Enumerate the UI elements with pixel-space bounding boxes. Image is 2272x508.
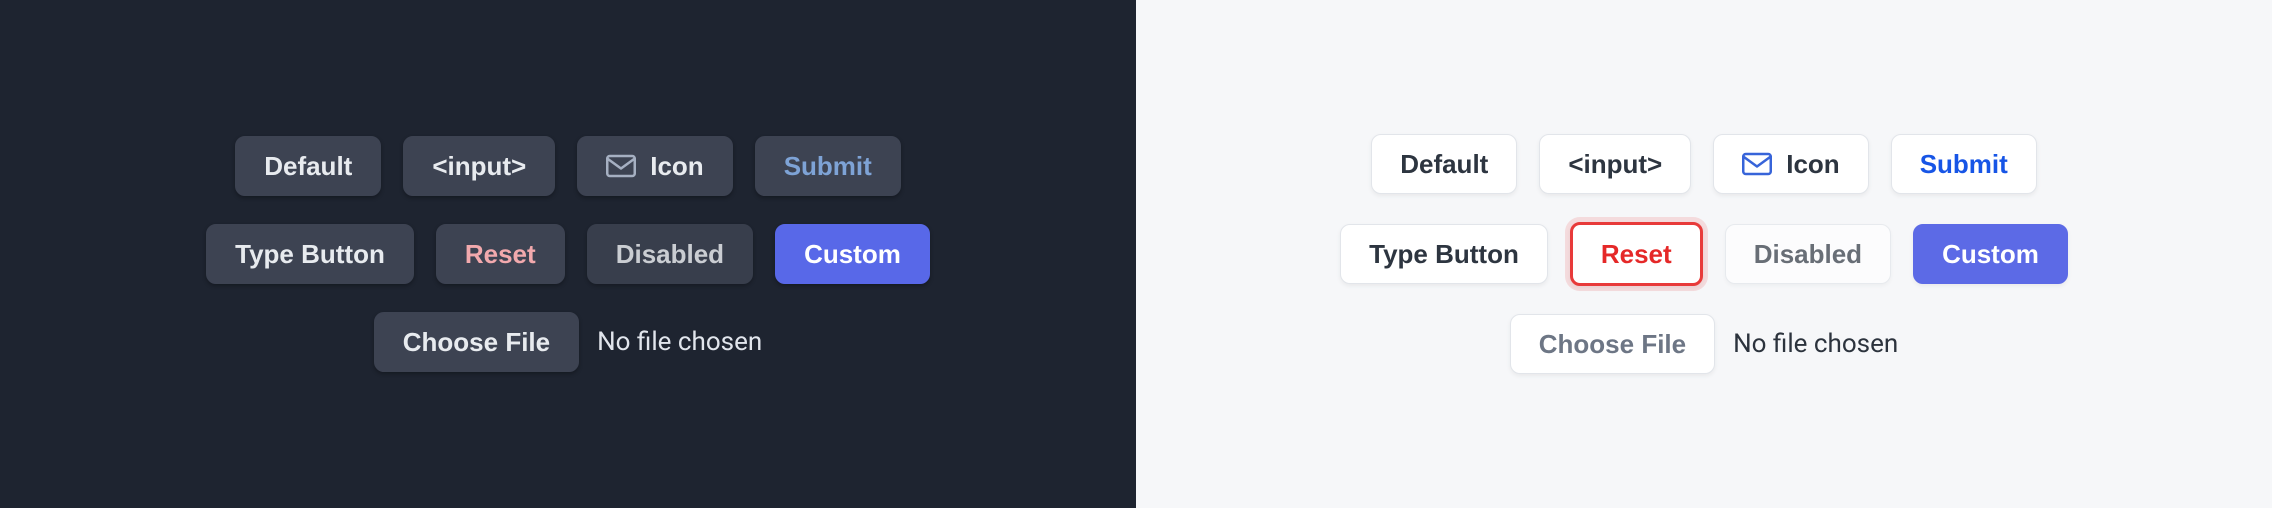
mail-icon	[606, 154, 636, 178]
type-button[interactable]: Type Button	[206, 224, 414, 284]
type-button-label: Type Button	[235, 241, 385, 267]
icon-button-label: Icon	[650, 153, 703, 179]
button-row-2: Type Button Reset Disabled Custom	[206, 224, 930, 284]
dark-theme-panel: Default <input> Icon Submit Type Button …	[0, 0, 1136, 508]
default-button[interactable]: Default	[235, 136, 381, 196]
default-button-label: Default	[264, 153, 352, 179]
choose-file-button[interactable]: Choose File	[1510, 314, 1715, 374]
file-input-row: Choose File No file chosen	[374, 312, 762, 372]
input-button[interactable]: <input>	[1539, 134, 1691, 194]
button-row-1: Default <input> Icon Submit	[1371, 134, 2037, 194]
custom-button[interactable]: Custom	[775, 224, 930, 284]
type-button[interactable]: Type Button	[1340, 224, 1548, 284]
custom-button[interactable]: Custom	[1913, 224, 2068, 284]
disabled-button: Disabled	[1725, 224, 1891, 284]
submit-button-label: Submit	[784, 153, 872, 179]
file-status-text: No file chosen	[1733, 329, 1898, 359]
type-button-label: Type Button	[1369, 241, 1519, 267]
mail-icon	[1742, 152, 1772, 176]
reset-button[interactable]: Reset	[1570, 222, 1703, 286]
default-button[interactable]: Default	[1371, 134, 1517, 194]
icon-button[interactable]: Icon	[1713, 134, 1868, 194]
disabled-button: Disabled	[587, 224, 753, 284]
choose-file-label: Choose File	[403, 329, 550, 355]
custom-button-label: Custom	[804, 241, 901, 267]
reset-button-label: Reset	[1601, 241, 1672, 267]
submit-button[interactable]: Submit	[1891, 134, 2037, 194]
input-button[interactable]: <input>	[403, 136, 555, 196]
icon-button-label: Icon	[1786, 151, 1839, 177]
icon-button[interactable]: Icon	[577, 136, 732, 196]
input-button-label: <input>	[1568, 151, 1662, 177]
disabled-button-label: Disabled	[616, 241, 724, 267]
submit-button[interactable]: Submit	[755, 136, 901, 196]
custom-button-label: Custom	[1942, 241, 2039, 267]
choose-file-label: Choose File	[1539, 331, 1686, 357]
reset-button-label: Reset	[465, 241, 536, 267]
button-row-2: Type Button Reset Disabled Custom	[1340, 222, 2068, 286]
input-button-label: <input>	[432, 153, 526, 179]
reset-button[interactable]: Reset	[436, 224, 565, 284]
light-theme-panel: Default <input> Icon Submit Type Button …	[1136, 0, 2272, 508]
file-input-row: Choose File No file chosen	[1510, 314, 1898, 374]
choose-file-button[interactable]: Choose File	[374, 312, 579, 372]
disabled-button-label: Disabled	[1754, 241, 1862, 267]
submit-button-label: Submit	[1920, 151, 2008, 177]
button-row-1: Default <input> Icon Submit	[235, 136, 901, 196]
file-status-text: No file chosen	[597, 327, 762, 357]
default-button-label: Default	[1400, 151, 1488, 177]
